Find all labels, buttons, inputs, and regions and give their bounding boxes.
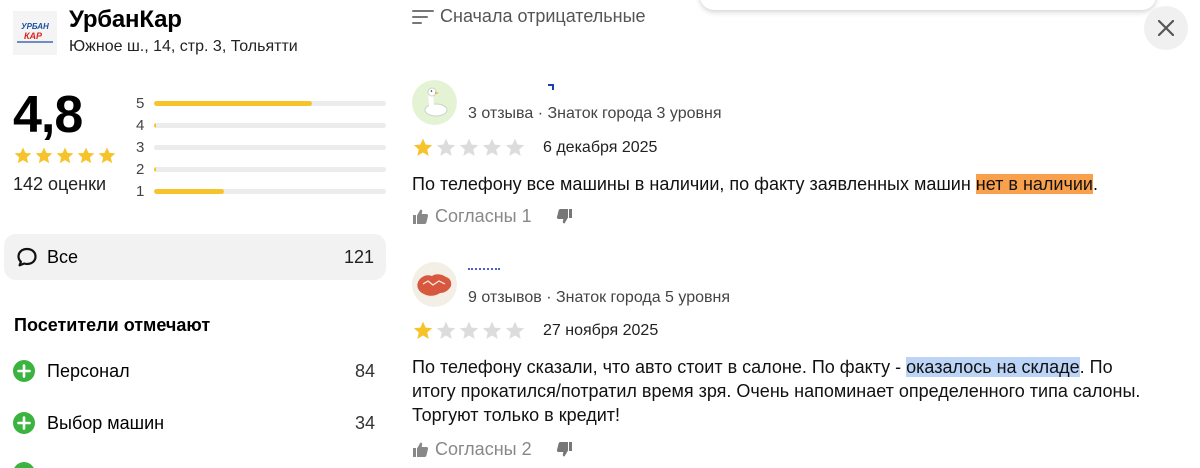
map-icon <box>412 262 457 307</box>
review-text-part: По телефону все машины в наличии, по фак… <box>412 174 976 194</box>
author-avatar[interactable] <box>412 262 457 307</box>
author-avatar[interactable] <box>412 80 457 125</box>
distribution-track <box>154 188 386 194</box>
distribution-fill <box>154 166 157 172</box>
star-empty-icon <box>505 138 525 156</box>
plus-circle-icon <box>13 412 35 434</box>
sort-lines-icon <box>412 9 434 24</box>
review-date: 27 ноября 2025 <box>543 322 659 339</box>
filter-all-label: Все <box>47 246 79 267</box>
review-text-highlight: оказалось на складе <box>906 357 1080 377</box>
author-meta: 9 отзывов · Знаток города 5 уровня <box>468 289 730 306</box>
organization-name[interactable]: УрбанКар <box>69 6 182 34</box>
star-empty-icon <box>459 321 479 339</box>
goose-icon <box>412 80 457 125</box>
distribution-row: 2 <box>136 158 386 180</box>
review-reactions: Согласны 2 <box>412 439 573 460</box>
distribution-fill <box>154 122 157 128</box>
star-empty-icon <box>436 321 456 339</box>
thumbs-up-icon[interactable] <box>412 441 429 458</box>
distribution-star-label: 3 <box>136 138 145 156</box>
distribution-track <box>154 100 386 106</box>
star-empty-icon <box>482 321 502 339</box>
star-filled-icon <box>56 147 74 164</box>
review-text: По телефону все машины в наличии, по фак… <box>412 172 1152 196</box>
rating-distribution: 5 4 3 2 1 <box>136 92 386 202</box>
ratings-count: 142 оценки <box>13 174 107 194</box>
organization-address: Южное ш., 14, стр. 3, Тольятти <box>69 38 298 55</box>
review-card: 9 отзывов · Знаток города 5 уровня 27 но… <box>412 262 1172 468</box>
sort-dropdown[interactable]: Сначала отрицательные <box>412 6 646 27</box>
review-text-part: . <box>1092 174 1098 194</box>
rating-stars <box>13 146 117 166</box>
distribution-row: 3 <box>136 136 386 158</box>
aspect-car-selection[interactable]: Выбор машин 34 <box>13 410 375 436</box>
sort-label: Сначала отрицательные <box>440 6 646 26</box>
review-text-highlight: нет в наличии <box>975 174 1093 194</box>
thumbs-down-icon[interactable] <box>556 208 573 225</box>
popup-card-edge <box>700 0 1156 10</box>
distribution-track <box>154 144 386 150</box>
star-filled-icon <box>14 147 32 164</box>
thumbs-down-icon[interactable] <box>556 441 573 458</box>
distribution-fill <box>154 188 224 194</box>
filter-all-button[interactable]: Все 121 <box>4 234 386 280</box>
aspect-partial[interactable] <box>13 460 375 468</box>
review-stars <box>412 320 526 342</box>
star-filled-icon <box>35 147 53 164</box>
distribution-row: 5 <box>136 92 386 114</box>
aspect-count: 34 <box>354 412 375 433</box>
review-stars <box>412 137 526 159</box>
review-text: По телефону сказали, что авто стоит в са… <box>412 355 1152 427</box>
agree-button[interactable]: Согласны 1 <box>435 206 532 227</box>
thumbs-up-icon[interactable] <box>412 208 429 225</box>
svg-text:КАР: КАР <box>24 31 43 41</box>
star-filled-icon <box>413 138 433 156</box>
star-empty-icon <box>482 138 502 156</box>
distribution-star-label: 4 <box>136 116 145 134</box>
star-empty-icon <box>459 138 479 156</box>
speech-bubble-icon <box>17 247 37 267</box>
review-reactions: Согласны 1 <box>412 206 573 227</box>
author-name-fragment <box>468 85 478 91</box>
star-filled-icon <box>77 147 95 164</box>
star-filled-icon <box>413 321 433 339</box>
review-text-part: По телефону сказали, что авто стоит в са… <box>412 357 907 377</box>
distribution-row: 1 <box>136 180 386 202</box>
plus-circle-icon <box>13 360 35 382</box>
aspect-label: Персонал <box>47 360 130 381</box>
author-meta: 3 отзыва · Знаток города 3 уровня <box>468 105 722 122</box>
close-icon <box>1157 19 1175 37</box>
distribution-track <box>154 122 386 128</box>
agree-button[interactable]: Согласны 2 <box>435 439 532 460</box>
distribution-track <box>154 166 386 172</box>
filter-all-count: 121 <box>343 246 374 267</box>
aspect-personnel[interactable]: Персонал 84 <box>13 358 375 384</box>
review-card: 3 отзыва · Знаток города 3 уровня 6 дека… <box>412 80 1172 240</box>
author-name-fragment <box>548 84 554 90</box>
visitors-note-title: Посетители отмечают <box>14 315 211 335</box>
distribution-fill <box>154 100 312 106</box>
distribution-row: 4 <box>136 114 386 136</box>
aspect-label: Выбор машин <box>47 412 165 433</box>
distribution-star-label: 2 <box>136 160 145 178</box>
close-button[interactable] <box>1144 6 1188 50</box>
aspect-count: 84 <box>354 360 375 381</box>
review-date: 6 декабря 2025 <box>543 139 658 156</box>
rating-value: 4,8 <box>13 86 83 144</box>
plus-circle-icon <box>14 462 34 468</box>
svg-text:УРБАН: УРБАН <box>21 22 49 31</box>
author-name-fragment <box>468 268 500 272</box>
distribution-star-label: 1 <box>136 182 145 200</box>
star-empty-icon <box>436 138 456 156</box>
distribution-star-label: 5 <box>136 94 145 112</box>
star-filled-icon <box>98 147 116 164</box>
organization-logo: УРБАН КАР <box>13 11 57 55</box>
star-empty-icon <box>505 321 525 339</box>
